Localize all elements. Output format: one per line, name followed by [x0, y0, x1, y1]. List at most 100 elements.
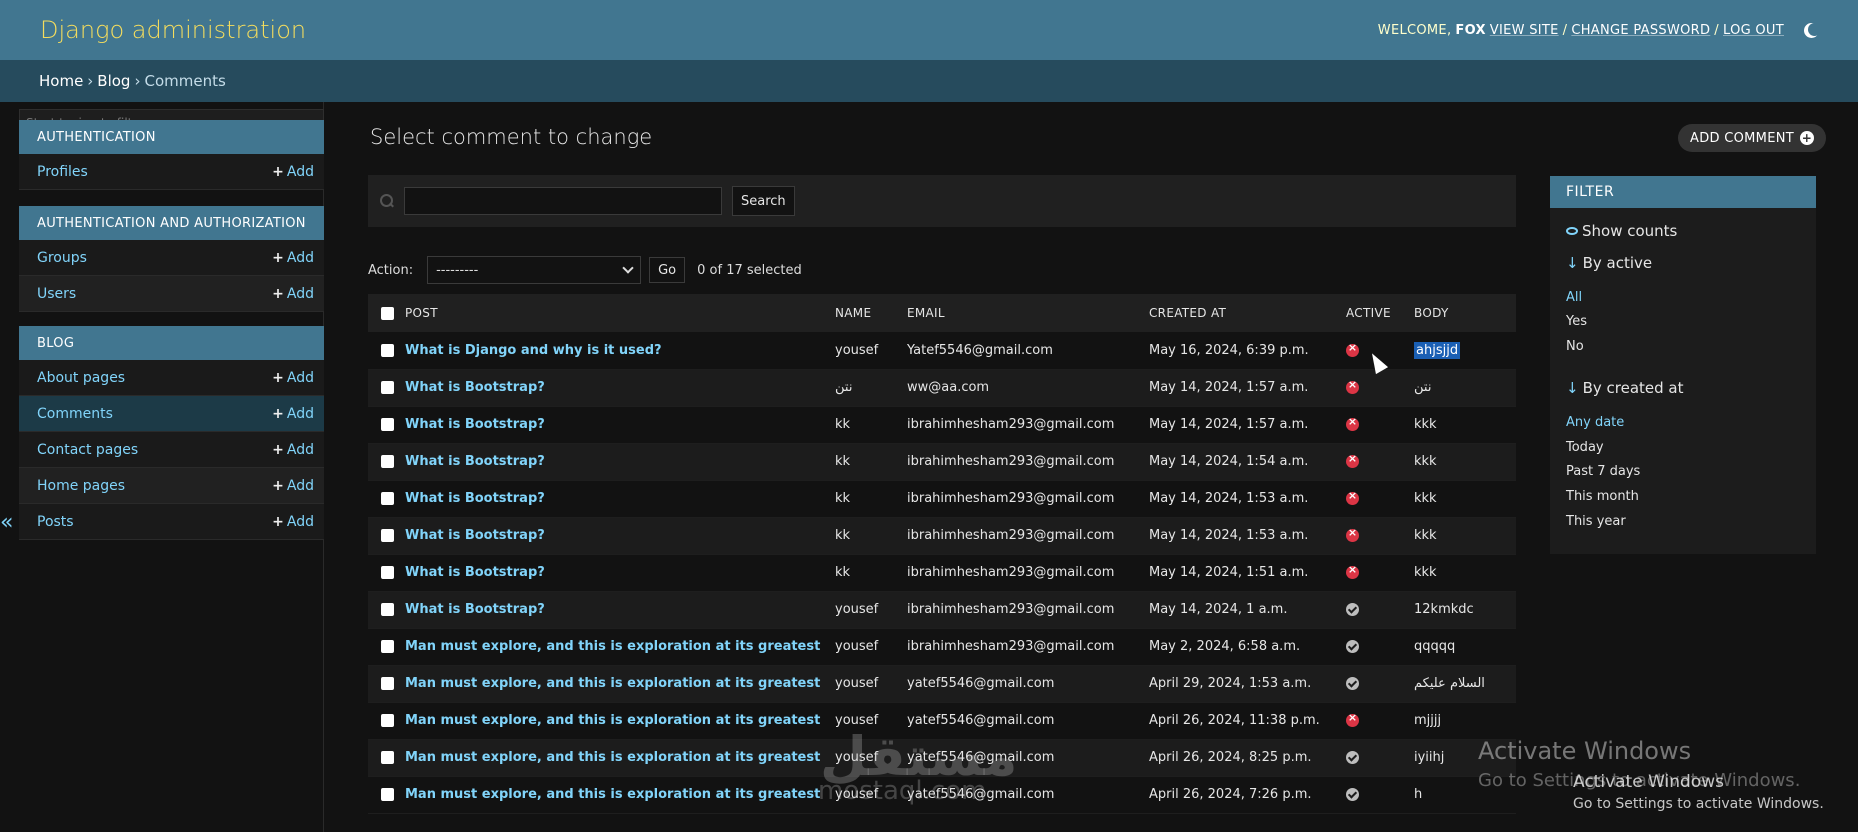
site-name[interactable]: Django administration [40, 16, 306, 44]
row-checkbox[interactable] [381, 455, 394, 468]
column-header-body[interactable]: BODY [1414, 294, 1516, 332]
filter-choice-all[interactable]: All [1566, 290, 1582, 305]
model-link[interactable]: Users [37, 286, 76, 302]
post-cell: Man must explore, and this is exploratio… [405, 776, 835, 814]
add-link[interactable]: + Add [272, 164, 314, 180]
comment-link[interactable]: Man must explore, and this is exploratio… [405, 750, 820, 765]
email-cell: ibrahimhesham293@gmail.com [907, 480, 1149, 518]
email-cell: Yatef5546@gmail.com [907, 332, 1149, 370]
filter-choice-this-year[interactable]: This year [1566, 514, 1626, 529]
model-link[interactable]: Comments [37, 406, 113, 422]
comment-link[interactable]: What is Django and why is it used? [405, 343, 662, 358]
active-cell [1346, 406, 1414, 444]
comment-link[interactable]: Man must explore, and this is exploratio… [405, 787, 820, 802]
column-header-post[interactable]: POST [405, 294, 835, 332]
comment-link[interactable]: What is Bootstrap? [405, 602, 545, 617]
x-circle-icon [1346, 711, 1359, 727]
view-site-link[interactable]: VIEW SITE [1490, 23, 1559, 38]
add-link[interactable]: + Add [272, 370, 314, 386]
breadcrumb-home[interactable]: Home [39, 72, 83, 90]
action-label: Action: [368, 262, 414, 278]
row-checkbox[interactable] [381, 343, 394, 357]
row-select-cell [368, 443, 405, 481]
add-link[interactable]: + Add [272, 406, 314, 422]
plus-icon: + [272, 249, 284, 266]
table-row: What is Bootstrap? kk ibrahimhesham293@gma… [368, 554, 1516, 592]
go-button[interactable]: Go [649, 257, 686, 283]
row-checkbox[interactable] [381, 492, 394, 505]
created-cell: April 26, 2024, 8:25 p.m. [1149, 739, 1346, 777]
select-all-checkbox[interactable] [381, 307, 394, 320]
model-link[interactable]: Contact pages [37, 442, 138, 458]
filter-title: FILTER [1550, 176, 1816, 208]
row-checkbox[interactable] [381, 714, 394, 727]
post-cell: Man must explore, and this is exploratio… [405, 665, 835, 703]
body-text: ahjsjjd [1414, 341, 1461, 359]
row-select-cell [368, 517, 405, 555]
x-circle-icon [1346, 526, 1359, 542]
filter-choice-yes[interactable]: Yes [1566, 314, 1587, 329]
model-link[interactable]: Posts [37, 514, 74, 530]
row-checkbox[interactable] [381, 603, 394, 616]
comment-link[interactable]: What is Bootstrap? [405, 417, 545, 432]
log-out-link[interactable]: LOG OUT [1723, 23, 1784, 38]
module-authentication: AUTHENTICATION Profiles + Add [19, 120, 324, 190]
body-text: 12kmkdc [1414, 602, 1474, 617]
model-link[interactable]: Profiles [37, 164, 88, 180]
add-comment-button[interactable]: ADD COMMENT + [1678, 124, 1826, 152]
column-header-active[interactable]: ACTIVE [1346, 294, 1414, 332]
module-caption[interactable]: AUTHENTICATION [19, 120, 324, 154]
eye-icon [1566, 227, 1578, 235]
action-select[interactable]: --------- [427, 256, 642, 284]
add-link[interactable]: + Add [272, 250, 314, 266]
search-button[interactable]: Search [732, 186, 795, 216]
module-caption[interactable]: AUTHENTICATION AND AUTHORIZATION [19, 206, 324, 240]
filter-heading-created[interactable]: ↓ By created at [1566, 379, 1684, 397]
column-header-created-at[interactable]: CREATED AT [1149, 294, 1346, 332]
comment-link[interactable]: What is Bootstrap? [405, 454, 545, 469]
comment-link[interactable]: What is Bootstrap? [405, 380, 545, 395]
row-checkbox[interactable] [381, 381, 394, 394]
comment-link[interactable]: Man must explore, and this is exploratio… [405, 713, 820, 728]
row-checkbox[interactable] [381, 788, 394, 801]
add-link[interactable]: + Add [272, 514, 314, 530]
comment-link[interactable]: What is Bootstrap? [405, 528, 545, 543]
module-caption[interactable]: BLOG [19, 326, 324, 360]
moon-icon[interactable] [1802, 22, 1818, 38]
row-checkbox[interactable] [381, 751, 394, 764]
add-link[interactable]: + Add [272, 286, 314, 302]
row-checkbox[interactable] [381, 640, 394, 653]
search-input[interactable] [404, 187, 722, 215]
change-password-link[interactable]: CHANGE PASSWORD [1571, 23, 1710, 38]
name-cell: kk [835, 443, 907, 481]
comment-link[interactable]: What is Bootstrap? [405, 565, 545, 580]
row-checkbox[interactable] [381, 418, 394, 431]
add-link[interactable]: + Add [272, 478, 314, 494]
show-counts-link[interactable]: Show counts [1566, 222, 1677, 240]
filter-choice-past-7-days[interactable]: Past 7 days [1566, 464, 1640, 479]
comment-link[interactable]: Man must explore, and this is exploratio… [405, 639, 820, 654]
column-header-name[interactable]: NAME [835, 294, 907, 332]
add-link[interactable]: + Add [272, 442, 314, 458]
row-checkbox[interactable] [381, 566, 394, 579]
row-select-cell [368, 554, 405, 592]
body-text: h [1414, 787, 1423, 802]
filter-choice-any-date[interactable]: Any date [1566, 415, 1624, 430]
sidebar-collapse-icon[interactable]: « [0, 510, 13, 535]
filter-heading-active[interactable]: ↓ By active [1566, 254, 1652, 272]
filter-choice-today[interactable]: Today [1566, 440, 1604, 455]
filter-choice-this-month[interactable]: This month [1566, 489, 1639, 504]
row-checkbox[interactable] [381, 529, 394, 542]
plus-icon: + [272, 477, 284, 494]
model-link[interactable]: About pages [37, 370, 125, 386]
model-link[interactable]: Groups [37, 250, 87, 266]
check-circle-icon [1346, 788, 1359, 801]
row-checkbox[interactable] [381, 677, 394, 690]
table-row: What is Bootstrap? kk ibrahimhesham293@gma… [368, 443, 1516, 481]
comment-link[interactable]: What is Bootstrap? [405, 491, 545, 506]
filter-choice-no[interactable]: No [1566, 339, 1584, 354]
model-link[interactable]: Home pages [37, 478, 125, 494]
comment-link[interactable]: Man must explore, and this is exploratio… [405, 676, 820, 691]
column-header-email[interactable]: EMAIL [907, 294, 1149, 332]
breadcrumb-blog[interactable]: Blog [97, 72, 130, 90]
